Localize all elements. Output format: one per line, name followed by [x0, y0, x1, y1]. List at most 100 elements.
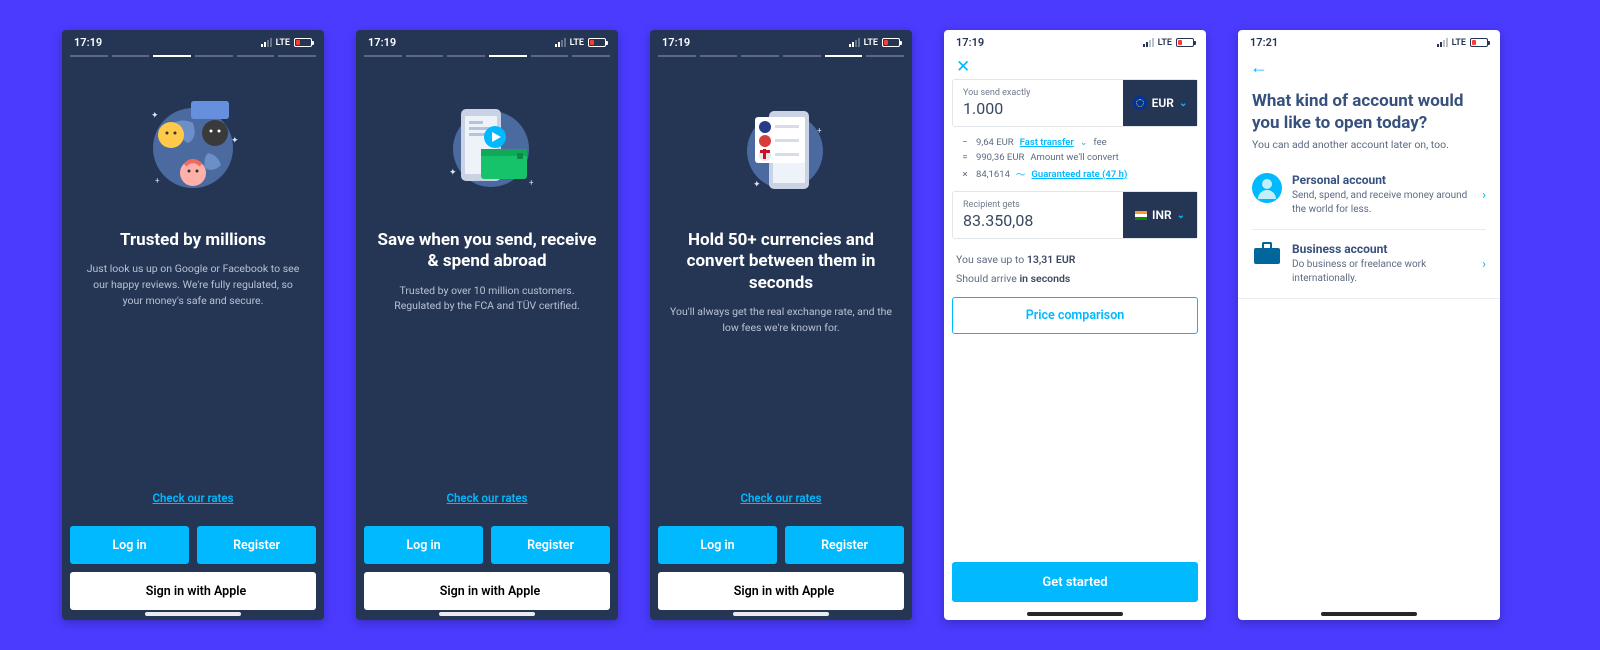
- slide-title: Save when you send, receive & spend abro…: [356, 230, 618, 283]
- send-card: You send exactly 1.000 EUR ⌄: [952, 79, 1198, 127]
- flag-eu-icon: [1133, 96, 1147, 110]
- option-title: Business account: [1292, 242, 1472, 256]
- onboarding-slide-1: 17:19 LTE ✦ ✦ + Tru: [62, 30, 324, 620]
- slide-subtitle: Just look us up on Google or Facebook to…: [62, 261, 324, 308]
- personal-account-option[interactable]: Personal account Send, spend, and receiv…: [1238, 165, 1500, 225]
- rate-trend-icon: 〜: [1016, 167, 1026, 181]
- home-indicator: [733, 612, 829, 616]
- calculator-screen: 17:19 LTE ✕ You send exactly 1.000 EUR ⌄…: [944, 30, 1206, 620]
- chevron-down-icon: ⌄: [1179, 98, 1187, 109]
- receive-amount-input[interactable]: 83.350,08: [963, 211, 1113, 230]
- svg-text:✦: ✦: [151, 111, 159, 121]
- network-label: LTE: [276, 38, 290, 48]
- check-rates-link[interactable]: Check our rates: [446, 491, 527, 505]
- signal-icon: [1437, 38, 1448, 47]
- chevron-right-icon: ›: [1482, 257, 1486, 272]
- onboarding-slide-3: 17:19 LTE ✦ + Hold 50+ currencies and co…: [650, 30, 912, 620]
- status-bar: 17:19 LTE: [944, 30, 1206, 51]
- svg-text:+: +: [529, 178, 534, 187]
- status-time: 17:19: [368, 36, 396, 49]
- home-indicator: [1321, 612, 1417, 616]
- login-button[interactable]: Log in: [658, 526, 777, 564]
- send-amount-input[interactable]: 1.000: [963, 99, 1113, 118]
- signal-icon: [1143, 38, 1154, 47]
- status-time: 17:21: [1250, 36, 1278, 49]
- multiply-icon: ×: [960, 169, 970, 180]
- fast-transfer-link[interactable]: Fast transfer: [1020, 137, 1074, 148]
- send-label: You send exactly: [963, 88, 1113, 98]
- chevron-down-icon: ⌄: [1080, 138, 1088, 148]
- slide-subtitle: Trusted by over 10 million customers. Re…: [356, 283, 618, 315]
- illustration-currencies-phone: ✦ +: [650, 65, 912, 230]
- signal-icon: [849, 38, 860, 47]
- option-desc: Do business or freelance work internatio…: [1292, 258, 1472, 286]
- status-bar: 17:19 LTE: [62, 30, 324, 51]
- battery-icon: [1470, 38, 1488, 47]
- option-desc: Send, spend, and receive money around th…: [1292, 189, 1472, 217]
- battery-icon: [1176, 38, 1194, 47]
- back-icon[interactable]: ←: [1250, 57, 1268, 78]
- login-button[interactable]: Log in: [364, 526, 483, 564]
- status-bar: 17:21 LTE: [1238, 30, 1500, 51]
- battery-icon: [882, 38, 900, 47]
- svg-text:✦: ✦: [231, 136, 239, 146]
- status-bar: 17:19 LTE: [650, 30, 912, 51]
- send-currency-picker[interactable]: EUR ⌄: [1123, 80, 1197, 126]
- slide-subtitle: You'll always get the real exchange rate…: [650, 304, 912, 336]
- receive-currency-picker[interactable]: INR ⌄: [1123, 192, 1197, 238]
- minus-icon: −: [960, 137, 970, 148]
- slide-title: Trusted by millions: [62, 230, 324, 261]
- savings-text: You save up to 13,31 EUR: [944, 247, 1206, 272]
- login-button[interactable]: Log in: [70, 526, 189, 564]
- price-comparison-button[interactable]: Price comparison: [952, 297, 1198, 334]
- home-indicator: [145, 612, 241, 616]
- status-time: 17:19: [956, 36, 984, 49]
- home-indicator: [1027, 612, 1123, 616]
- signal-icon: [261, 38, 272, 47]
- check-rates-link[interactable]: Check our rates: [740, 491, 821, 505]
- home-indicator: [439, 612, 535, 616]
- network-label: LTE: [570, 38, 584, 48]
- illustration-phone-card: ✦ +: [356, 65, 618, 230]
- onboarding-slide-2: 17:19 LTE ✦ + Save when you send, receiv…: [356, 30, 618, 620]
- svg-text:✦: ✦: [449, 168, 457, 178]
- page-title: What kind of account would you like to o…: [1238, 82, 1500, 138]
- chevron-down-icon: ⌄: [1177, 210, 1185, 221]
- network-label: LTE: [1158, 38, 1172, 48]
- status-time: 17:19: [662, 36, 690, 49]
- network-label: LTE: [864, 38, 878, 48]
- guaranteed-rate-link[interactable]: Guaranteed rate (47 h): [1031, 169, 1127, 180]
- register-button[interactable]: Register: [785, 526, 904, 564]
- battery-icon: [588, 38, 606, 47]
- sign-in-apple-button[interactable]: Sign in with Apple: [364, 572, 610, 610]
- fee-line: = 990,36 EUR Amount we'll convert: [952, 150, 1198, 165]
- chevron-right-icon: ›: [1482, 188, 1486, 203]
- business-account-option[interactable]: Business account Do business or freelanc…: [1238, 234, 1500, 294]
- briefcase-icon: [1252, 242, 1282, 264]
- status-time: 17:19: [74, 36, 102, 49]
- svg-text:+: +: [817, 126, 822, 135]
- fee-line: − 9,64 EUR Fast transfer ⌄ fee: [952, 135, 1198, 150]
- receive-card: Recipient gets 83.350,08 INR ⌄: [952, 191, 1198, 239]
- fee-line: × 84,1614 〜 Guaranteed rate (47 h): [952, 165, 1198, 183]
- close-icon[interactable]: ✕: [956, 57, 972, 73]
- page-indicator: [356, 51, 618, 65]
- sign-in-apple-button[interactable]: Sign in with Apple: [658, 572, 904, 610]
- person-icon: [1252, 173, 1282, 203]
- divider: [1252, 229, 1486, 230]
- sign-in-apple-button[interactable]: Sign in with Apple: [70, 572, 316, 610]
- illustration-globe-people: ✦ ✦ +: [62, 65, 324, 230]
- status-bar: 17:19 LTE: [356, 30, 618, 51]
- fee-breakdown: − 9,64 EUR Fast transfer ⌄ fee = 990,36 …: [944, 135, 1206, 189]
- get-started-button[interactable]: Get started: [952, 562, 1198, 602]
- register-button[interactable]: Register: [491, 526, 610, 564]
- check-rates-link[interactable]: Check our rates: [152, 491, 233, 505]
- register-button[interactable]: Register: [197, 526, 316, 564]
- signal-icon: [555, 38, 566, 47]
- receive-label: Recipient gets: [963, 200, 1113, 210]
- divider: [1238, 298, 1500, 299]
- network-label: LTE: [1452, 38, 1466, 48]
- page-indicator: [650, 51, 912, 65]
- flag-in-icon: [1135, 211, 1147, 220]
- page-indicator: [62, 51, 324, 65]
